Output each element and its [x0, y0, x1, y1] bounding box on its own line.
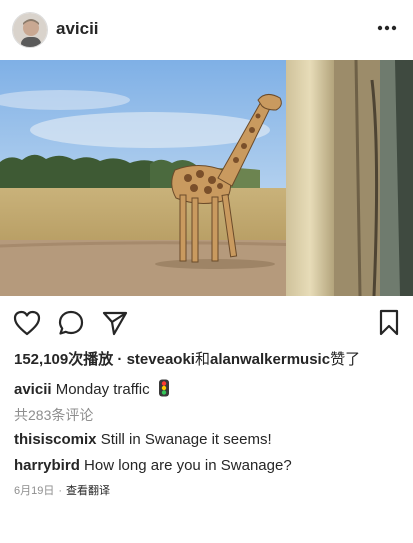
comment-icon[interactable]	[56, 308, 86, 338]
view-count: 152,109次播放	[14, 351, 114, 368]
comment-row: harrybird How long are you in Swanage?	[14, 457, 292, 474]
comment-text: How long are you in Swanage?	[84, 457, 292, 474]
comment-row: thisiscomix Still in Swanage it seems!	[14, 431, 272, 448]
traffic-light-icon	[158, 379, 170, 401]
liked-by-user-1[interactable]: steveaoki	[127, 351, 195, 368]
post-caption: avicii Monday traffic	[14, 379, 170, 401]
post-video[interactable]	[0, 60, 413, 296]
view-all-comments-link[interactable]: 共283条评论	[14, 405, 93, 425]
caption-text: Monday traffic	[55, 381, 150, 398]
more-options-icon[interactable]	[373, 14, 401, 42]
see-translation-link[interactable]: 查看翻译	[66, 485, 110, 497]
separator-dot: ·	[113, 351, 127, 368]
views-and-likes: 152,109次播放 · steveaoki和alanwalkermusic赞了	[14, 348, 360, 369]
bookmark-icon[interactable]	[374, 308, 404, 338]
heart-icon[interactable]	[12, 308, 42, 338]
caption-author[interactable]: avicii	[14, 381, 52, 398]
post-username[interactable]: avicii	[56, 19, 99, 39]
comment-author[interactable]: harrybird	[14, 457, 80, 474]
send-icon[interactable]	[100, 308, 130, 338]
liked-by-user-2[interactable]: alanwalkermusic	[210, 351, 330, 368]
post-date: 6月19日	[14, 485, 55, 497]
post-meta: 6月19日 · 查看翻译	[14, 482, 110, 498]
post-header: avicii	[0, 0, 413, 60]
liked-by-and: 和	[194, 351, 210, 368]
comment-author[interactable]: thisiscomix	[14, 431, 97, 448]
liked-suffix: 赞了	[330, 351, 361, 368]
meta-dot: ·	[58, 485, 63, 497]
profile-avatar[interactable]	[12, 12, 48, 48]
comment-text: Still in Swanage it seems!	[100, 431, 272, 448]
action-bar	[0, 300, 413, 344]
